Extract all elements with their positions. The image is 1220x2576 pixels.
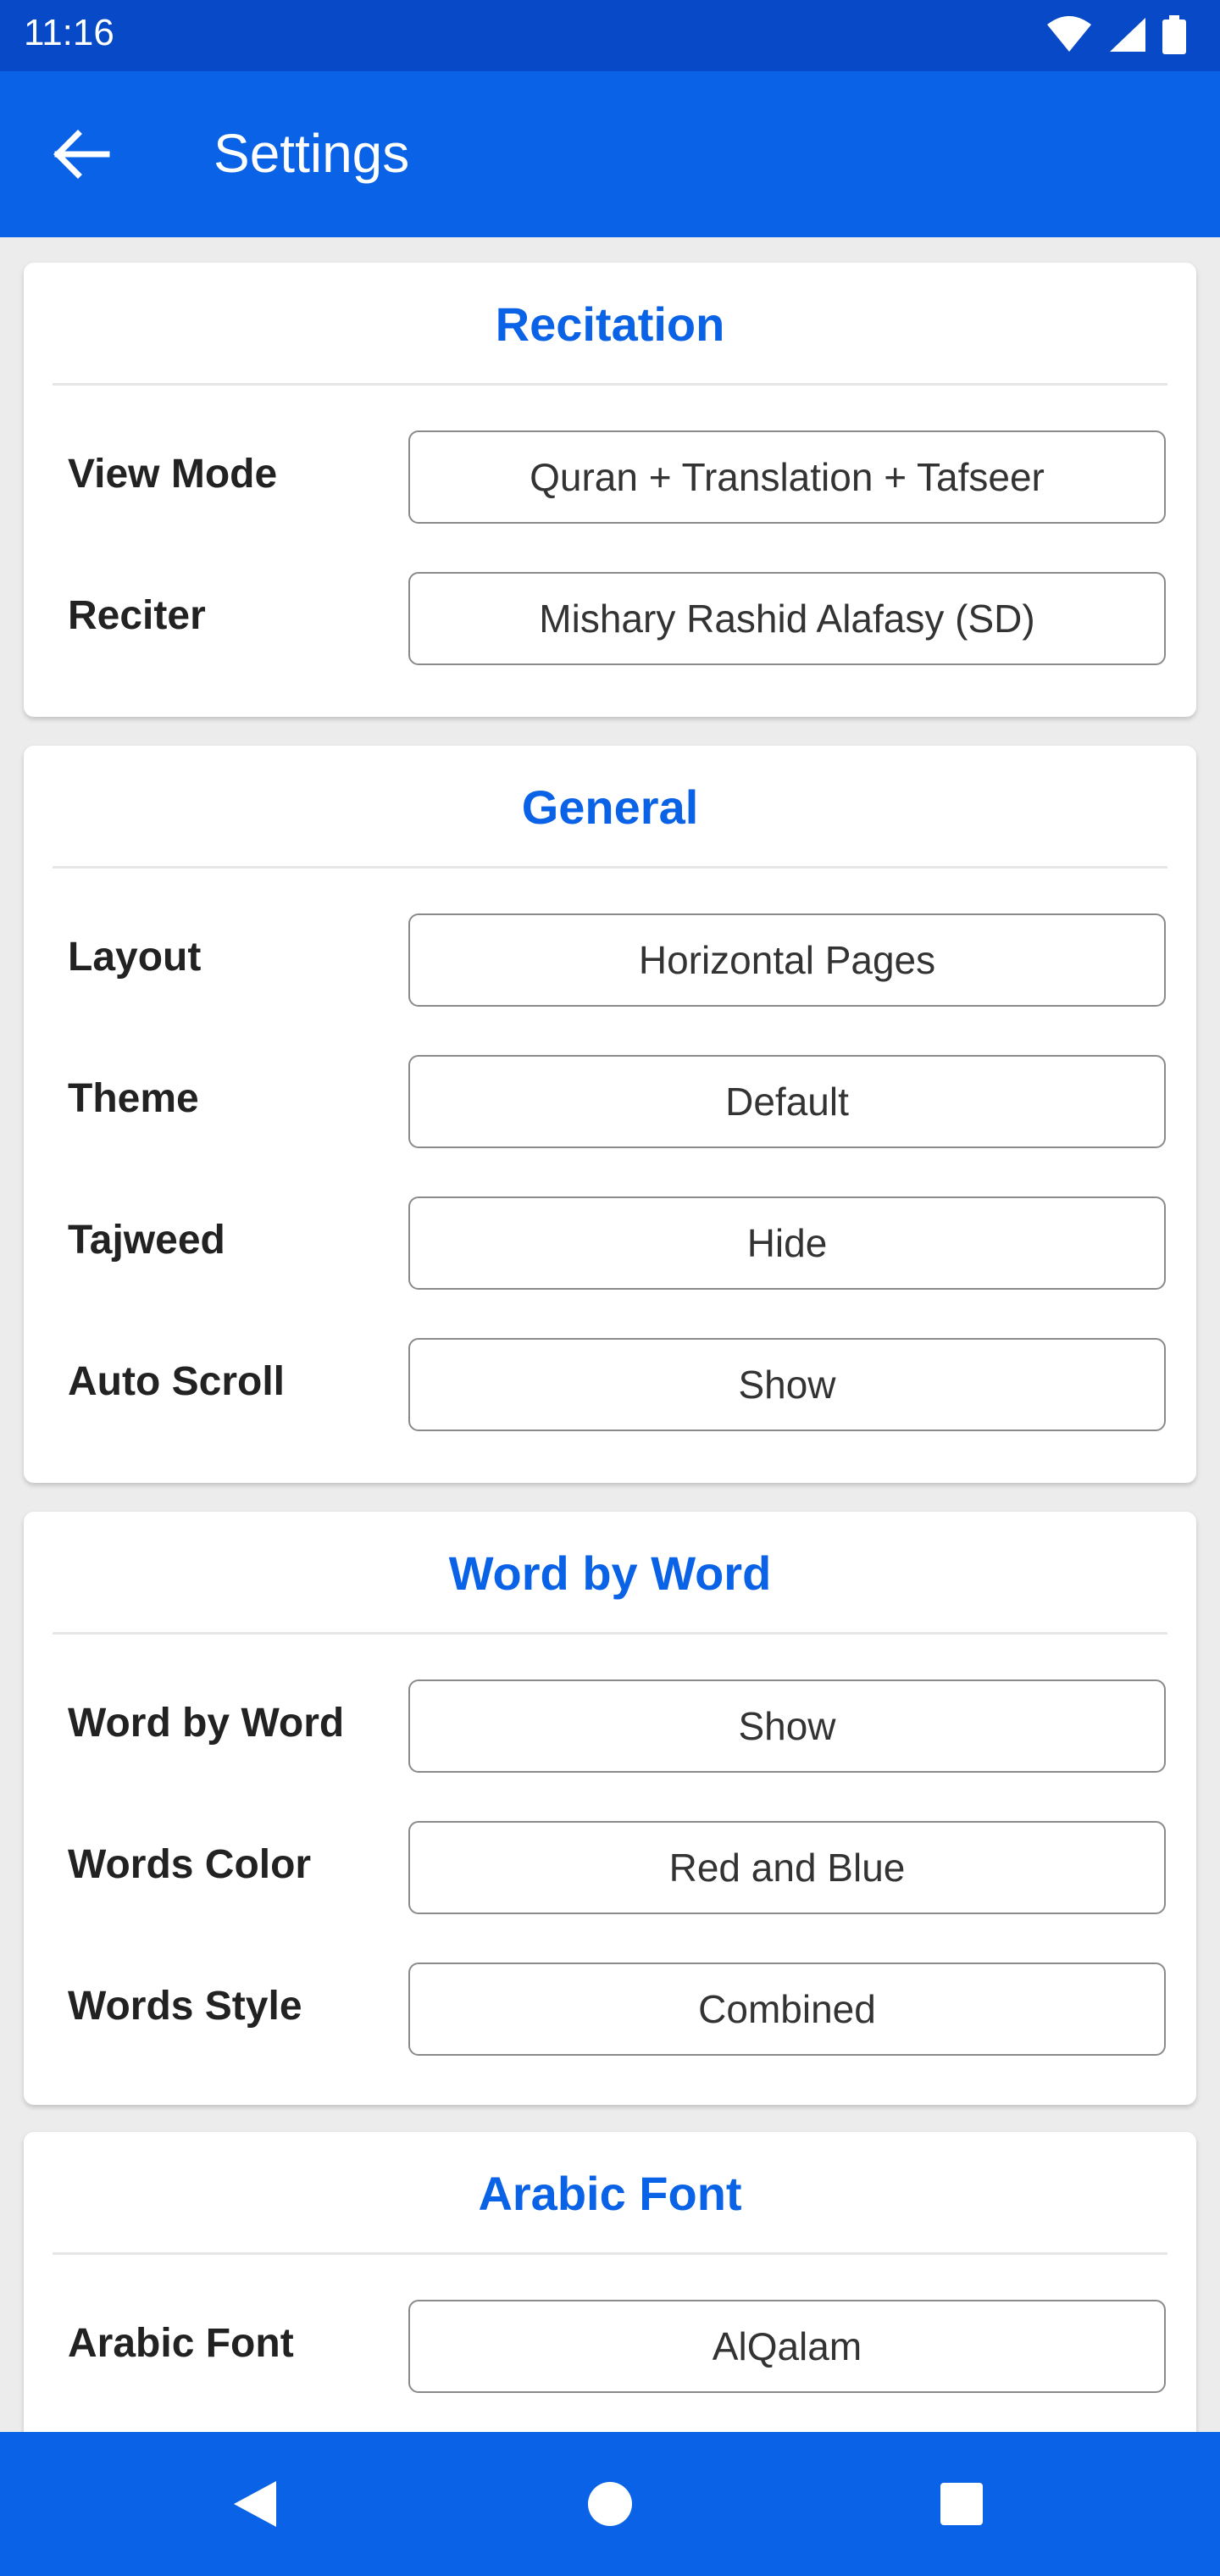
nav-back-icon[interactable] bbox=[225, 2474, 285, 2534]
section-divider bbox=[53, 1632, 1167, 1635]
status-icons bbox=[1045, 15, 1186, 54]
status-bar: 11:16 bbox=[0, 0, 1220, 71]
section-title: Arabic Font bbox=[478, 2167, 742, 2220]
settings-list[interactable]: Recitation View Mode Quran + Translation… bbox=[0, 237, 1220, 2432]
section-card-word-by-word: Word by Word Word by Word Show Words Col… bbox=[24, 1512, 1196, 2105]
theme-button[interactable]: Default bbox=[408, 1055, 1166, 1148]
words-style-button[interactable]: Combined bbox=[408, 1963, 1166, 2056]
setting-label: Arabic Font bbox=[68, 2321, 294, 2366]
system-navigation-bar bbox=[0, 2432, 1220, 2576]
setting-label: Word by Word bbox=[68, 1701, 345, 1746]
words-color-button[interactable]: Red and Blue bbox=[408, 1821, 1166, 1914]
view-mode-button[interactable]: Quran + Translation + Tafseer bbox=[408, 430, 1166, 524]
section-divider bbox=[53, 383, 1167, 386]
setting-row-arabic-font: Arabic Font AlQalam bbox=[24, 2300, 1196, 2395]
nav-home-icon[interactable] bbox=[580, 2474, 640, 2534]
battery-icon bbox=[1162, 15, 1186, 54]
setting-row-layout: Layout Horizontal Pages bbox=[24, 913, 1196, 1008]
setting-label: Layout bbox=[68, 935, 202, 980]
setting-label: Words Color bbox=[68, 1842, 312, 1887]
section-title: Recitation bbox=[495, 297, 725, 351]
setting-row-reciter: Reciter Mishary Rashid Alafasy (SD) bbox=[24, 572, 1196, 667]
back-arrow-icon[interactable] bbox=[47, 127, 115, 181]
setting-label: Reciter bbox=[68, 593, 206, 638]
setting-label: Theme bbox=[68, 1076, 199, 1121]
setting-row-tajweed: Tajweed Hide bbox=[24, 1196, 1196, 1291]
tajweed-button[interactable]: Hide bbox=[408, 1196, 1166, 1290]
section-divider bbox=[53, 866, 1167, 869]
layout-button[interactable]: Horizontal Pages bbox=[408, 913, 1166, 1007]
page-title: Settings bbox=[214, 123, 410, 184]
setting-label: Words Style bbox=[68, 1984, 302, 2029]
wifi-icon bbox=[1047, 16, 1091, 52]
cellular-signal-icon bbox=[1110, 18, 1145, 52]
status-time: 11:16 bbox=[24, 12, 114, 53]
setting-row-view-mode: View Mode Quran + Translation + Tafseer bbox=[24, 430, 1196, 525]
section-title: General bbox=[521, 780, 699, 834]
setting-row-theme: Theme Default bbox=[24, 1055, 1196, 1150]
section-card-general: General Layout Horizontal Pages Theme De… bbox=[24, 746, 1196, 1483]
section-title: Word by Word bbox=[448, 1546, 772, 1600]
arabic-font-button[interactable]: AlQalam bbox=[408, 2300, 1166, 2393]
setting-row-words-style: Words Style Combined bbox=[24, 1963, 1196, 2057]
word-by-word-button[interactable]: Show bbox=[408, 1679, 1166, 1773]
setting-label: View Mode bbox=[68, 452, 278, 497]
section-divider bbox=[53, 2252, 1167, 2255]
setting-row-word-by-word: Word by Word Show bbox=[24, 1679, 1196, 1774]
auto-scroll-button[interactable]: Show bbox=[408, 1338, 1166, 1431]
section-card-recitation: Recitation View Mode Quran + Translation… bbox=[24, 263, 1196, 717]
setting-row-words-color: Words Color Red and Blue bbox=[24, 1821, 1196, 1916]
app-bar: Settings bbox=[0, 71, 1220, 237]
reciter-button[interactable]: Mishary Rashid Alafasy (SD) bbox=[408, 572, 1166, 665]
nav-recents-icon[interactable] bbox=[932, 2474, 991, 2534]
section-card-arabic-font: Arabic Font Arabic Font AlQalam bbox=[24, 2132, 1196, 2432]
setting-row-auto-scroll: Auto Scroll Show bbox=[24, 1338, 1196, 1433]
setting-label: Tajweed bbox=[68, 1218, 225, 1263]
setting-label: Auto Scroll bbox=[68, 1359, 286, 1404]
